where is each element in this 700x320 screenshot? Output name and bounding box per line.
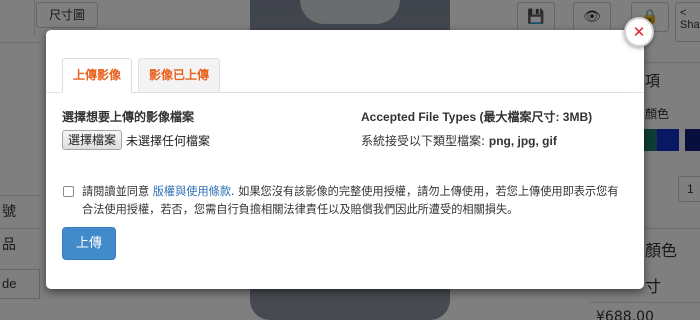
- terms-text: 請閱讀並同意 版權與使用條款. 如果您沒有該影像的完整使用授權，請勿上傳使用，若…: [82, 183, 627, 219]
- agree-terms-checkbox[interactable]: [63, 186, 74, 197]
- upload-image-modal: 上傳影像 影像已上傳 選擇想要上傳的影像檔案 選擇檔案 未選擇任何檔案 Acce…: [46, 30, 644, 289]
- upload-tabs: 上傳影像 影像已上傳: [62, 55, 628, 93]
- tab-upload-image[interactable]: 上傳影像: [62, 58, 133, 93]
- file-picker-section: 選擇想要上傳的影像檔案 選擇檔案 未選擇任何檔案: [62, 108, 210, 150]
- file-input: 選擇檔案 未選擇任何檔案: [62, 130, 210, 150]
- accepted-types-title: Accepted File Types (最大檔案尺寸: 3MB): [361, 110, 593, 124]
- tab-uploaded-images[interactable]: 影像已上傳: [138, 58, 221, 93]
- accepted-types-section: Accepted File Types (最大檔案尺寸: 3MB) 系統接受以下…: [361, 108, 593, 148]
- terms-link[interactable]: 版權與使用條款: [153, 185, 231, 198]
- close-icon: ✕: [632, 23, 646, 41]
- file-status-text: 未選擇任何檔案: [126, 133, 211, 148]
- accepted-types-list: png, jpg, gif: [488, 134, 557, 148]
- accepted-types-desc: 系統接受以下類型檔案: png, jpg, gif: [361, 132, 557, 149]
- accepted-types-prefix: 系統接受以下類型檔案:: [361, 134, 489, 148]
- choose-file-label: 選擇想要上傳的影像檔案: [62, 110, 195, 124]
- close-modal-button[interactable]: ✕: [624, 17, 654, 47]
- choose-file-button[interactable]: 選擇檔案: [62, 130, 123, 150]
- terms-prefix: 請閱讀並同意: [82, 185, 153, 198]
- upload-button[interactable]: 上傳: [62, 227, 116, 260]
